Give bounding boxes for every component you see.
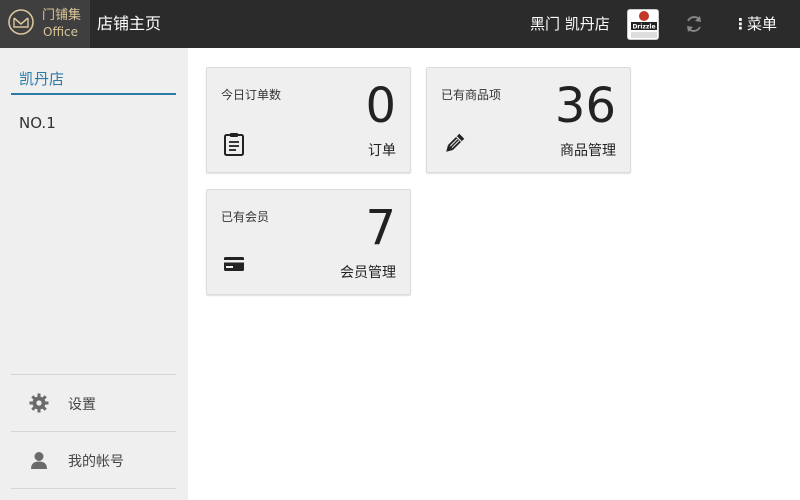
card-value: 7	[365, 200, 396, 256]
gear-icon	[29, 393, 49, 413]
avatar-text: Drizzle	[632, 24, 655, 31]
settings-button[interactable]: 设置	[11, 375, 176, 431]
sidebar-active-store[interactable]: 凯丹店	[11, 67, 176, 95]
app-logo[interactable]: 门铺集 Office	[0, 0, 90, 48]
logo-mark-icon	[8, 9, 34, 35]
settings-label: 设置	[68, 397, 96, 413]
divider	[11, 488, 176, 489]
members-card[interactable]: 已有会员 7 会员管理	[206, 189, 411, 295]
card-title: 今日订单数	[221, 88, 282, 102]
card-value: 0	[365, 78, 396, 134]
store-name: 黑门 凯丹店	[530, 15, 610, 33]
sidebar-active-store-label: 凯丹店	[19, 70, 65, 88]
card-value: 36	[554, 78, 616, 134]
orders-card[interactable]: 今日订单数 0 订单	[206, 67, 411, 173]
user-icon	[31, 452, 47, 469]
sidebar: 凯丹店 NO.1 设置 我的帐号	[0, 48, 188, 500]
logo-subtext: Office	[43, 25, 79, 39]
top-bar: 门铺集 Office 店铺主页 黑门 凯丹店 Drizzle ⋮菜单	[0, 0, 800, 48]
avatar-image: Drizzle	[628, 10, 658, 39]
credit-card-icon	[224, 257, 244, 271]
logo-text: 门铺集	[42, 8, 82, 23]
vertical-dots-icon: ⋮	[733, 15, 748, 33]
card-link-label: 会员管理	[340, 265, 396, 281]
products-card[interactable]: 已有商品项 36 商品管理	[426, 67, 631, 173]
my-account-button[interactable]: 我的帐号	[11, 432, 176, 488]
menu-label: 菜单	[747, 15, 778, 33]
refresh-icon[interactable]	[683, 13, 705, 35]
card-link-label: 订单	[368, 143, 396, 159]
avatar[interactable]: Drizzle	[627, 9, 659, 40]
card-title: 已有会员	[221, 210, 270, 224]
pencil-icon	[446, 133, 465, 152]
clipboard-icon	[224, 133, 244, 156]
menu-button[interactable]: ⋮菜单	[733, 13, 777, 35]
card-link-label: 商品管理	[560, 143, 616, 159]
card-title: 已有商品项	[441, 88, 502, 102]
sidebar-item-no1[interactable]: NO.1	[19, 114, 56, 132]
my-account-label: 我的帐号	[68, 454, 124, 470]
page-title: 店铺主页	[97, 14, 162, 33]
